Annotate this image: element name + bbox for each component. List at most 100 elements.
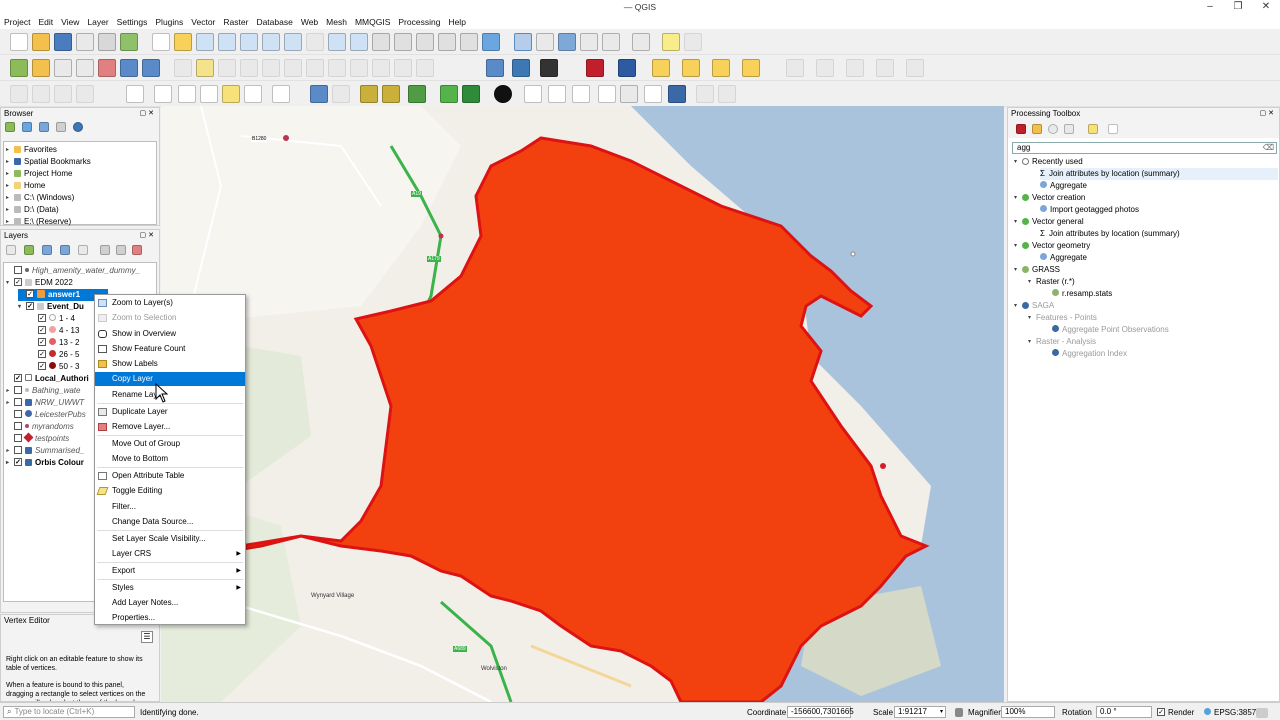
tree-algorithm[interactable]: Import geotagged photos <box>1040 204 1139 216</box>
toggle-editing-icon[interactable] <box>196 59 214 77</box>
new-geopackage-icon[interactable] <box>32 59 50 77</box>
coordinate-field[interactable]: -156600,7301665 <box>787 706 854 718</box>
magnifier-field[interactable]: 100% <box>1001 706 1055 718</box>
select-features-icon[interactable] <box>652 59 670 77</box>
menu-show-in-overview[interactable]: Show in Overview <box>95 327 245 341</box>
refresh-icon[interactable] <box>482 33 500 51</box>
copy-features-icon[interactable] <box>350 59 368 77</box>
menu-rename-layer[interactable]: Rename Layer <box>95 388 245 402</box>
statistics-icon[interactable] <box>580 33 598 51</box>
show-hide-labels-icon[interactable] <box>178 85 196 103</box>
options-icon[interactable] <box>1108 124 1118 134</box>
layer-row[interactable]: ▸ ✓ Orbis Colour <box>6 457 84 469</box>
style-manager-icon[interactable] <box>120 33 138 51</box>
label-toolbar-icon[interactable] <box>272 85 290 103</box>
label-tool-icon[interactable] <box>126 85 144 103</box>
tree-provider[interactable]: ▾ Vector general <box>1014 216 1084 228</box>
layer-row[interactable]: ▸ NRW_UWWT <box>6 397 84 409</box>
advanced-digitize-icon[interactable] <box>10 85 28 103</box>
circle-tool-icon[interactable] <box>494 85 512 103</box>
measure-icon[interactable] <box>632 33 650 51</box>
new-project-icon[interactable] <box>10 33 28 51</box>
menu-zoom-to-selection[interactable]: Zoom to Selection <box>95 311 245 325</box>
zoom-selection-icon[interactable] <box>262 33 280 51</box>
collapse-all-icon[interactable] <box>116 245 126 255</box>
3d-box-alt-icon[interactable] <box>382 85 400 103</box>
messages-icon[interactable] <box>1256 708 1268 718</box>
digitize-ellipse-icon[interactable] <box>816 59 834 77</box>
digitize-circle-icon[interactable] <box>786 59 804 77</box>
menu-export[interactable]: Export ▶ <box>95 564 245 578</box>
tree-algorithm[interactable]: Σ Join attributes by location (summary) <box>1040 168 1278 180</box>
digitize-rectangle-icon[interactable] <box>846 59 864 77</box>
scripts-icon[interactable] <box>1032 124 1042 134</box>
legend-class[interactable]: ✓ 26 - 5 <box>38 349 79 361</box>
simplify-feature-icon[interactable] <box>54 85 72 103</box>
identify-icon[interactable] <box>514 33 532 51</box>
tree-algorithm[interactable]: Aggregation Index <box>1052 348 1127 360</box>
menu-toggle-editing[interactable]: Toggle Editing <box>95 484 245 498</box>
print-layout-icon[interactable] <box>76 33 94 51</box>
pin-labels-icon[interactable] <box>154 85 172 103</box>
paste-features-icon[interactable] <box>372 59 390 77</box>
move-label-icon[interactable] <box>200 85 218 103</box>
menu-properties[interactable]: Properties... <box>95 611 245 625</box>
menu-mesh[interactable]: Mesh <box>326 17 347 27</box>
zoom-out-icon[interactable] <box>218 33 236 51</box>
menu-show-feature-count[interactable]: Show Feature Count <box>95 342 245 356</box>
menu-edit[interactable]: Edit <box>38 17 53 27</box>
tree-algorithm[interactable]: Σ Join attributes by location (summary) <box>1040 228 1180 240</box>
add-selected-icon[interactable] <box>5 122 15 132</box>
results-viewer-icon[interactable] <box>1064 124 1074 134</box>
crs-button[interactable]: EPSG:3857 <box>1204 708 1256 718</box>
menu-help[interactable]: Help <box>448 17 465 27</box>
split-tool-icon[interactable] <box>572 85 590 103</box>
in-place-edit-icon[interactable] <box>1088 124 1098 134</box>
menu-add-layer-notes[interactable]: Add Layer Notes... <box>95 596 245 610</box>
add-group-icon[interactable] <box>24 245 34 255</box>
history-icon[interactable] <box>1048 124 1058 134</box>
style-panel-icon[interactable] <box>6 245 16 255</box>
legend-class[interactable]: ✓ 4 - 13 <box>38 325 79 337</box>
new-temp-layer-icon[interactable] <box>76 59 94 77</box>
undo-icon[interactable] <box>394 59 412 77</box>
select-location-icon[interactable] <box>742 59 760 77</box>
layout-manager-icon[interactable] <box>98 33 116 51</box>
tree-algorithm[interactable]: Aggregate Point Observations <box>1052 324 1169 336</box>
tree-recently-used[interactable]: ▾ Recently used <box>1014 156 1083 168</box>
menu-vector[interactable]: Vector <box>191 17 215 27</box>
menu-plugins[interactable]: Plugins <box>155 17 183 27</box>
digitize-polygon-icon[interactable] <box>876 59 894 77</box>
browser-item-favorites[interactable]: ▸ Favorites <box>6 144 57 156</box>
mmqgis-icon[interactable] <box>586 59 604 77</box>
zoom-last-icon[interactable] <box>328 33 346 51</box>
menu-remove-layer[interactable]: Remove Layer... <box>95 420 245 434</box>
cloud-icon[interactable] <box>310 85 328 103</box>
select-by-value-icon[interactable] <box>682 59 700 77</box>
tree-group[interactable]: ▾ Features - Points <box>1028 312 1097 324</box>
menu-duplicate-layer[interactable]: Duplicate Layer <box>95 405 245 419</box>
processing-search-input[interactable]: agg ⌫ <box>1012 142 1277 154</box>
tree-group[interactable]: ▾ Raster - Analysis <box>1028 336 1096 348</box>
numbering-icon[interactable] <box>644 85 662 103</box>
maximize-button[interactable]: ❐ <box>1224 0 1252 14</box>
bookmark-icon[interactable] <box>416 33 434 51</box>
deselect-icon[interactable] <box>712 59 730 77</box>
show-bookmarks-icon[interactable] <box>438 33 456 51</box>
menu-layer[interactable]: Layer <box>87 17 108 27</box>
menu-set-scale-visibility[interactable]: Set Layer Scale Visibility... <box>95 532 245 546</box>
menu-project[interactable]: Project <box>4 17 30 27</box>
eye-icon[interactable] <box>42 245 52 255</box>
layer-event-duration[interactable]: ▾ ✓ Event_Du <box>18 301 84 313</box>
change-label-icon[interactable] <box>244 85 262 103</box>
legend-class[interactable]: ✓ 13 - 2 <box>38 337 79 349</box>
menu-mmqgis[interactable]: MMQGIS <box>355 17 390 27</box>
menu-move-out-of-group[interactable]: Move Out of Group <box>95 437 245 451</box>
redo-icon[interactable] <box>416 59 434 77</box>
cut-features-icon[interactable] <box>328 59 346 77</box>
models-icon[interactable] <box>1016 124 1026 134</box>
offset-tool-icon[interactable] <box>620 85 638 103</box>
delete-selected-icon[interactable] <box>306 59 324 77</box>
zoom-full-icon[interactable] <box>240 33 258 51</box>
modify-attributes-icon[interactable] <box>284 59 302 77</box>
